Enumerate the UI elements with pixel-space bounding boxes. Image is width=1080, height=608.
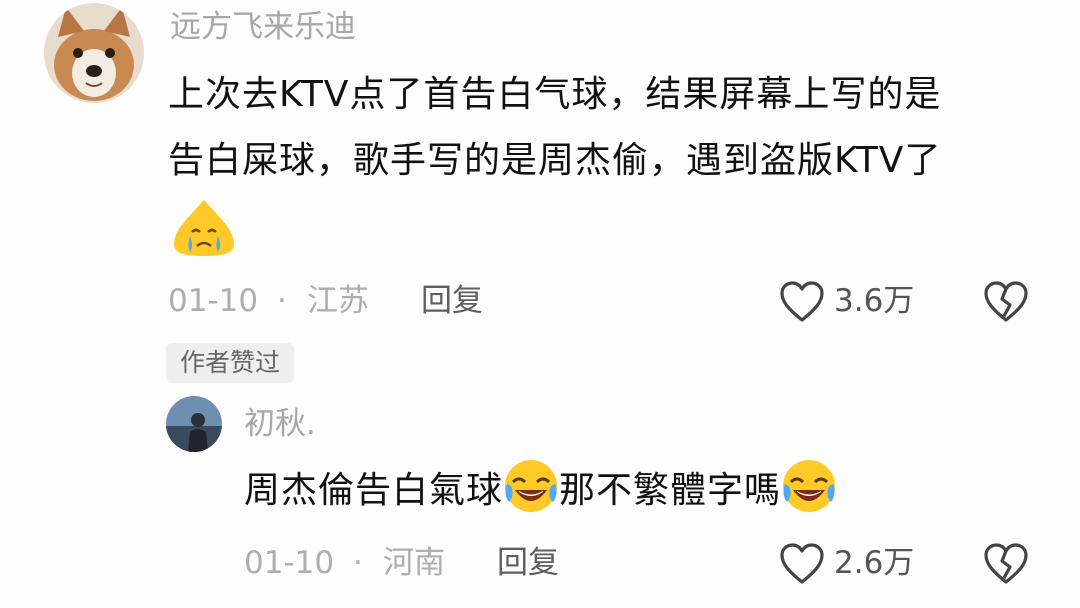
- avatar[interactable]: [44, 3, 144, 103]
- comment-text-line-1: 上次去KTV点了首告白气球，结果屏幕上写的是: [168, 74, 942, 115]
- reply-text: 周杰倫告白氣球 那不繁體字嗎: [244, 458, 837, 524]
- reply-meta-separator: ·: [353, 545, 363, 581]
- comment-text-line-2: 告白屎球，歌手写的是周杰偷，遇到盗版KTV了: [168, 140, 942, 181]
- reply-text-part-1: 周杰倫告白氣球: [244, 470, 504, 511]
- reply-date: 01-10: [244, 545, 335, 581]
- reply-location: 河南: [383, 545, 445, 581]
- reply-like-count: 2.6万: [834, 545, 915, 581]
- reply-avatar[interactable]: [166, 396, 222, 452]
- heart-outline-icon[interactable]: [779, 542, 825, 586]
- heart-outline-icon[interactable]: [779, 280, 825, 324]
- comment-username[interactable]: 远方飞来乐迪: [170, 12, 356, 43]
- reply-text-part-2: 那不繁體字嗎: [559, 470, 782, 511]
- comment-date: 01-10: [168, 283, 259, 319]
- broken-heart-icon[interactable]: [983, 280, 1029, 324]
- reply-reply-button[interactable]: 回复: [497, 548, 559, 579]
- comment-location: 江苏: [307, 283, 369, 319]
- like-count: 3.6万: [834, 283, 915, 319]
- dog-avatar-image: [44, 3, 144, 103]
- person-avatar-image: [166, 396, 222, 452]
- laughing-crying-face-emoji: [781, 458, 837, 514]
- crying-face-emoji: [170, 196, 238, 258]
- meta-separator: ·: [277, 283, 287, 319]
- laughing-crying-face-emoji: [503, 458, 559, 514]
- author-liked-badge: 作者赞过: [166, 343, 295, 383]
- broken-heart-icon[interactable]: [983, 542, 1029, 586]
- comment-thread: 远方飞来乐迪 上次去KTV点了首告白气球，结果屏幕上写的是 告白屎球，歌手写的是…: [0, 0, 1080, 608]
- reply-button[interactable]: 回复: [421, 286, 483, 317]
- reply-username[interactable]: 初秋.: [244, 409, 316, 440]
